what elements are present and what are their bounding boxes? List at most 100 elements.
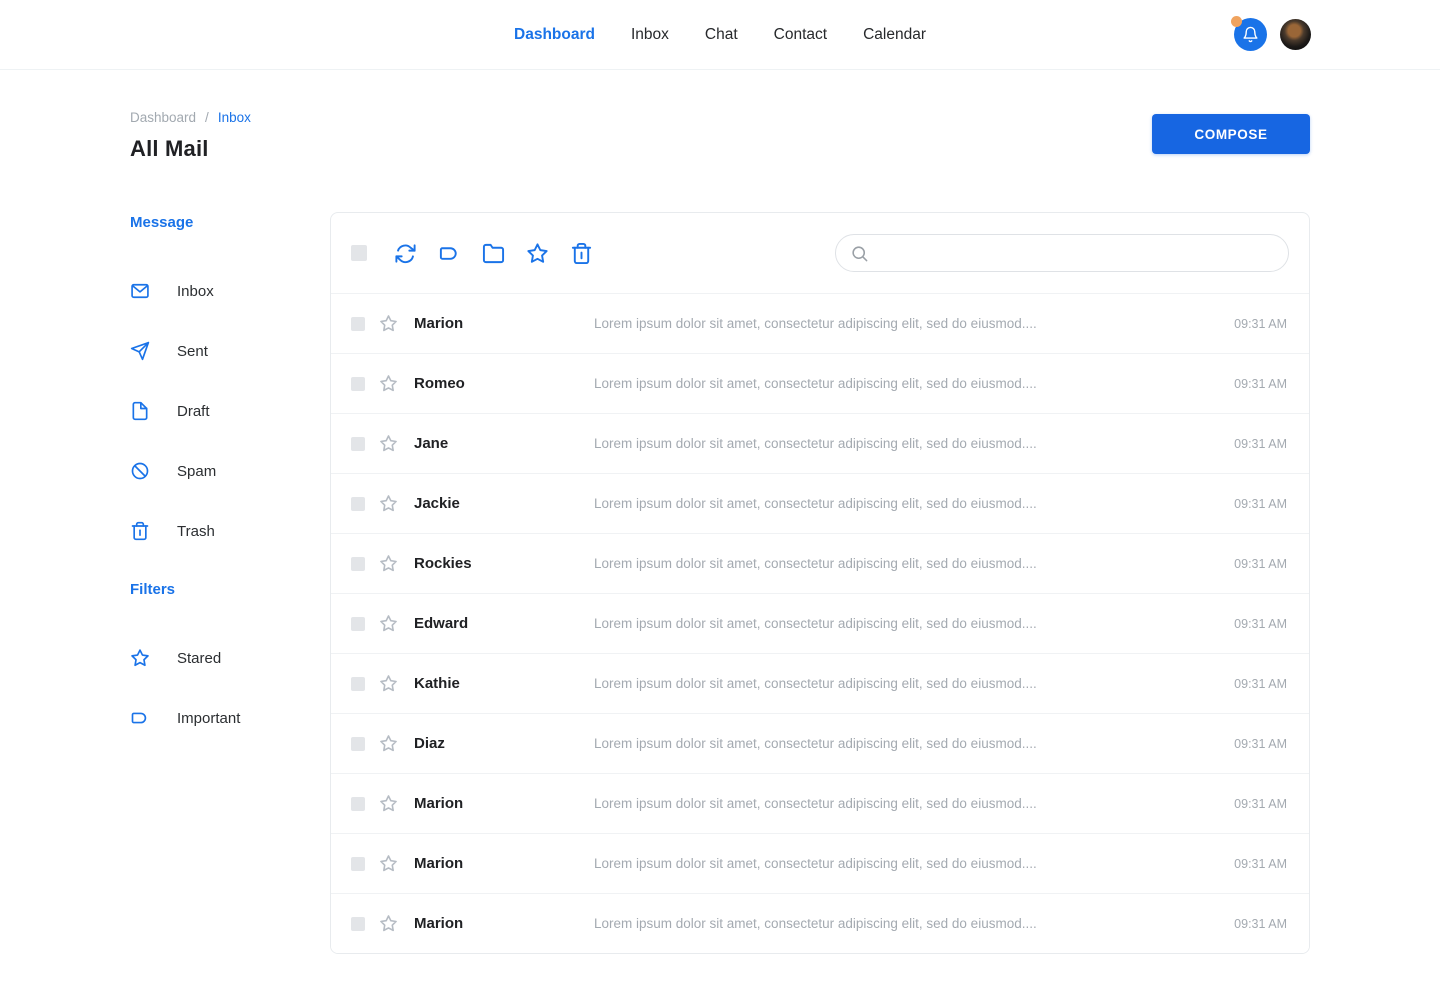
nav-item[interactable]: Dashboard (514, 26, 595, 44)
send-icon (130, 341, 150, 361)
sidebar-item-trash[interactable]: Trash (130, 501, 330, 561)
select-all-checkbox[interactable] (351, 245, 367, 261)
search-box (835, 234, 1289, 272)
message-preview: Lorem ipsum dolor sit amet, consectetur … (594, 796, 1220, 811)
trash-icon (130, 521, 150, 541)
star-icon (379, 434, 398, 453)
folder-button[interactable] (482, 242, 505, 265)
mail-row[interactable]: Edward Lorem ipsum dolor sit amet, conse… (331, 593, 1309, 653)
sender-name: Rockies (414, 555, 594, 572)
header-actions (1234, 18, 1311, 51)
row-checkbox[interactable] (351, 737, 365, 751)
trash-icon (570, 242, 593, 265)
breadcrumb-inbox[interactable]: Inbox (218, 110, 251, 125)
sender-name: Edward (414, 615, 594, 632)
row-star-button[interactable] (379, 734, 398, 753)
sender-name: Marion (414, 315, 594, 332)
row-star-button[interactable] (379, 494, 398, 513)
sidebar-item-sent[interactable]: Sent (130, 321, 330, 381)
notifications-button[interactable] (1234, 18, 1267, 51)
row-checkbox[interactable] (351, 857, 365, 871)
mail-row[interactable]: Romeo Lorem ipsum dolor sit amet, consec… (331, 353, 1309, 413)
nav-item[interactable]: Calendar (863, 26, 926, 44)
sidebar-item-stared[interactable]: Stared (130, 628, 330, 688)
sidebar-item-label: Spam (177, 463, 216, 480)
row-star-button[interactable] (379, 374, 398, 393)
star-icon (379, 794, 398, 813)
mail-row[interactable]: Kathie Lorem ipsum dolor sit amet, conse… (331, 653, 1309, 713)
row-star-button[interactable] (379, 794, 398, 813)
message-time: 09:31 AM (1234, 857, 1287, 871)
message-time: 09:31 AM (1234, 617, 1287, 631)
row-checkbox[interactable] (351, 677, 365, 691)
user-avatar[interactable] (1280, 19, 1311, 50)
sidebar-item-draft[interactable]: Draft (130, 381, 330, 441)
row-checkbox[interactable] (351, 377, 365, 391)
sidebar-item-label: Draft (177, 403, 210, 420)
sidebar-heading-filters: Filters (130, 581, 330, 598)
mail-icon (130, 281, 150, 301)
sidebar-message-list: Inbox Sent Draft (130, 261, 330, 561)
star-button[interactable] (526, 242, 549, 265)
sender-name: Jackie (414, 495, 594, 512)
sender-name: Romeo (414, 375, 594, 392)
row-star-button[interactable] (379, 314, 398, 333)
sidebar-item-important[interactable]: Important (130, 688, 330, 748)
message-time: 09:31 AM (1234, 497, 1287, 511)
row-checkbox[interactable] (351, 497, 365, 511)
mail-row[interactable]: Marion Lorem ipsum dolor sit amet, conse… (331, 293, 1309, 353)
row-checkbox[interactable] (351, 917, 365, 931)
mail-row[interactable]: Jane Lorem ipsum dolor sit amet, consect… (331, 413, 1309, 473)
star-icon (379, 914, 398, 933)
row-star-button[interactable] (379, 914, 398, 933)
sidebar-item-label: Sent (177, 343, 208, 360)
refresh-button[interactable] (394, 242, 417, 265)
mail-row[interactable]: Jackie Lorem ipsum dolor sit amet, conse… (331, 473, 1309, 533)
row-star-button[interactable] (379, 674, 398, 693)
label-icon (130, 708, 150, 728)
main-nav: Dashboard Inbox Chat Contact Calendar (514, 26, 926, 44)
refresh-icon (394, 242, 417, 265)
folder-icon (482, 242, 505, 265)
mail-row[interactable]: Marion Lorem ipsum dolor sit amet, conse… (331, 833, 1309, 893)
mail-row[interactable]: Rockies Lorem ipsum dolor sit amet, cons… (331, 533, 1309, 593)
compose-button[interactable]: COMPOSE (1152, 114, 1310, 154)
star-icon (379, 374, 398, 393)
nav-item[interactable]: Inbox (631, 26, 669, 44)
row-star-button[interactable] (379, 854, 398, 873)
sidebar-item-spam[interactable]: Spam (130, 441, 330, 501)
mail-row[interactable]: Diaz Lorem ipsum dolor sit amet, consect… (331, 713, 1309, 773)
row-checkbox[interactable] (351, 617, 365, 631)
label-button[interactable] (438, 242, 461, 265)
mail-toolbar (331, 213, 1309, 293)
mail-row[interactable]: Marion Lorem ipsum dolor sit amet, conse… (331, 893, 1309, 953)
search-icon (850, 244, 869, 263)
trash-button[interactable] (570, 242, 593, 265)
row-star-button[interactable] (379, 434, 398, 453)
star-icon (526, 242, 549, 265)
message-time: 09:31 AM (1234, 557, 1287, 571)
message-preview: Lorem ipsum dolor sit amet, consectetur … (594, 856, 1220, 871)
star-icon (379, 314, 398, 333)
mail-list-panel: Marion Lorem ipsum dolor sit amet, conse… (330, 212, 1310, 954)
message-preview: Lorem ipsum dolor sit amet, consectetur … (594, 376, 1220, 391)
breadcrumb-dashboard[interactable]: Dashboard (130, 110, 196, 125)
row-checkbox[interactable] (351, 797, 365, 811)
message-preview: Lorem ipsum dolor sit amet, consectetur … (594, 316, 1220, 331)
sidebar-filters-list: Stared Important (130, 628, 330, 748)
star-icon (379, 554, 398, 573)
bell-icon (1242, 26, 1259, 43)
nav-item[interactable]: Contact (774, 26, 827, 44)
row-checkbox[interactable] (351, 437, 365, 451)
sidebar-item-inbox[interactable]: Inbox (130, 261, 330, 321)
nav-item[interactable]: Chat (705, 26, 738, 44)
sender-name: Diaz (414, 735, 594, 752)
page-header: Dashboard / Inbox All Mail COMPOSE (130, 110, 1310, 162)
star-icon (379, 614, 398, 633)
row-star-button[interactable] (379, 554, 398, 573)
mail-row[interactable]: Marion Lorem ipsum dolor sit amet, conse… (331, 773, 1309, 833)
row-star-button[interactable] (379, 614, 398, 633)
search-input[interactable] (879, 245, 1274, 261)
row-checkbox[interactable] (351, 317, 365, 331)
row-checkbox[interactable] (351, 557, 365, 571)
